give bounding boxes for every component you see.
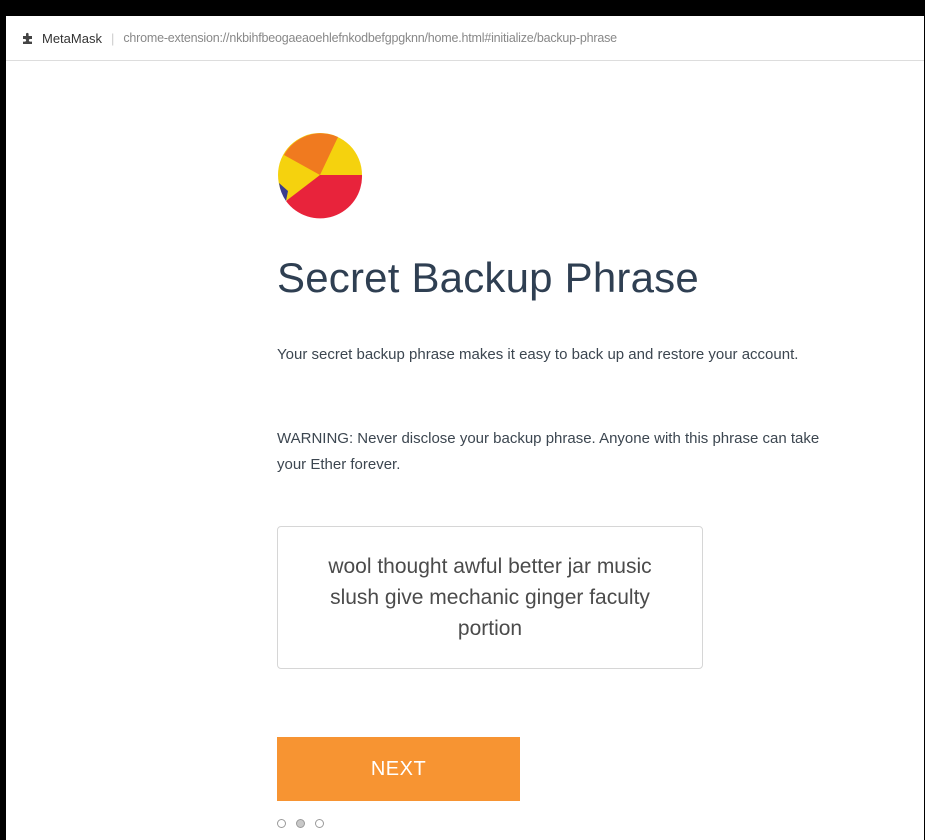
backup-phrase-text: wool thought awful better jar music slus… <box>328 555 652 640</box>
step-dot[interactable] <box>277 819 286 828</box>
description-text: Your secret backup phrase makes it easy … <box>277 346 799 363</box>
puzzle-icon <box>22 32 34 44</box>
step-dot-active[interactable] <box>296 819 305 828</box>
warning-text: WARNING: Never disclose your backup phra… <box>277 430 820 473</box>
step-indicator <box>277 819 324 828</box>
extension-name: MetaMask <box>42 30 102 46</box>
url-text[interactable]: chrome-extension://nkbihfbeogaeaoehlefnk… <box>123 31 617 45</box>
browser-window: MetaMask | chrome-extension://nkbihfbeog… <box>6 16 924 840</box>
address-separator: | <box>110 30 115 46</box>
page-title: Secret Backup Phrase <box>277 254 699 301</box>
step-dot[interactable] <box>315 819 324 828</box>
next-button[interactable]: NEXT <box>277 737 520 801</box>
metamask-logo <box>276 131 364 219</box>
address-bar[interactable]: MetaMask | chrome-extension://nkbihfbeog… <box>6 16 924 61</box>
backup-phrase-box: wool thought awful better jar music slus… <box>277 526 703 669</box>
